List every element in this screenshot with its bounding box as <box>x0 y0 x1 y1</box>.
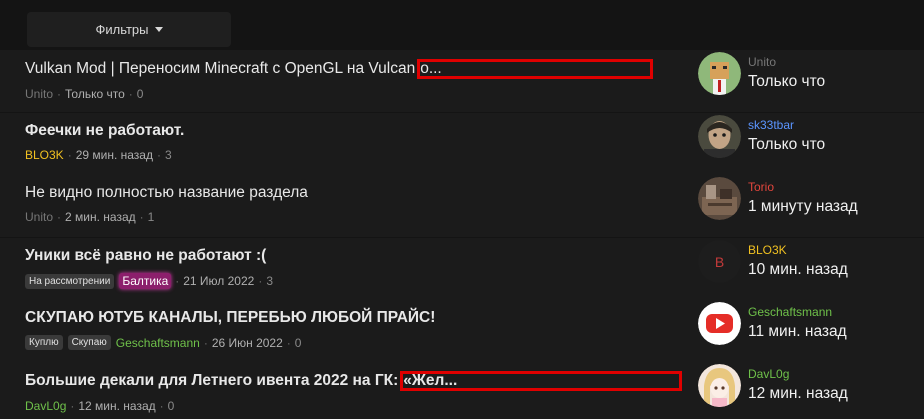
thread-row: Не видно полностью название раздела Unit… <box>0 175 924 237</box>
thread-row: Vulkan Mod | Переносим Minecraft с OpenG… <box>0 50 924 112</box>
thread-title-text[interactable]: Vulkan Mod | Переносим Minecraft с OpenG… <box>25 60 415 78</box>
thread-title-text[interactable]: СКУПАЮ ЮТУБ КАНАЛЫ, ПЕРЕБЬЮ ЛЮБОЙ ПРАЙС! <box>25 309 435 327</box>
thread-title-text[interactable]: Не видно полностью название раздела <box>25 184 308 202</box>
avatar[interactable] <box>698 302 741 345</box>
last-post: DavL0g 12 мин. назад <box>698 364 898 408</box>
thread-author[interactable]: Балтика <box>119 273 172 289</box>
thread-meta: BLO3K · 29 мин. назад · 3 <box>25 148 685 162</box>
thread-author[interactable]: Unito <box>25 87 53 101</box>
thread-author[interactable]: Unito <box>25 210 53 224</box>
last-post-time[interactable]: 1 минуту назад <box>748 198 858 216</box>
thread-prefix[interactable]: Куплю <box>25 335 63 350</box>
last-post-user[interactable]: Torio <box>748 180 774 194</box>
thread-title[interactable]: Феечки не работают. <box>25 122 685 140</box>
filter-button[interactable]: Фильтры <box>27 12 231 47</box>
separator-dot: · <box>159 399 164 413</box>
last-post: Geschaftsmann 11 мин. назад <box>698 302 898 346</box>
thread-meta: На рассмотрении Балтика · 21 Июл 2022 · … <box>25 273 685 289</box>
last-post: sk33tbar Только что <box>698 115 898 159</box>
thread-meta: Куплю Скупаю Geschaftsmann · 26 Июн 2022… <box>25 335 685 350</box>
avatar[interactable] <box>698 177 741 220</box>
thread-prefix[interactable]: На рассмотрении <box>25 273 115 289</box>
thread-meta: DavL0g · 12 мин. назад · 0 <box>25 399 685 413</box>
thread-row: Большие декали для Летнего ивента 2022 н… <box>0 362 924 419</box>
thread-title[interactable]: Уники всё равно не работают :( <box>25 247 685 265</box>
thread-meta: Unito · 2 мин. назад · 1 <box>25 210 685 224</box>
avatar-letter: B <box>698 240 741 283</box>
thread-title[interactable]: Не видно полностью название раздела <box>25 184 685 202</box>
last-post: B BLO3K 10 мин. назад <box>698 240 898 284</box>
last-post-time[interactable]: 12 мин. назад <box>748 385 848 403</box>
thread-date[interactable]: 2 мин. назад <box>65 210 136 224</box>
thread-title-text[interactable]: Феечки не работают. <box>25 122 184 140</box>
thread-date[interactable]: 26 Июн 2022 <box>212 336 283 350</box>
avatar[interactable] <box>698 364 741 407</box>
avatar[interactable] <box>698 115 741 158</box>
thread-date[interactable]: 12 мин. назад <box>78 399 155 413</box>
last-post-user[interactable]: Geschaftsmann <box>748 305 832 319</box>
thread-replies: 3 <box>266 274 274 288</box>
filter-label: Фильтры <box>95 22 149 37</box>
thread-replies: 3 <box>164 148 172 162</box>
separator-dot: · <box>286 335 291 350</box>
avatar[interactable]: B <box>698 240 741 283</box>
separator-dot: · <box>70 399 75 413</box>
thread-row: Феечки не работают. BLO3K · 29 мин. наза… <box>0 113 924 175</box>
separator-dot: · <box>156 148 161 162</box>
separator-dot: · <box>128 87 133 101</box>
last-post-time[interactable]: 11 мин. назад <box>748 323 847 341</box>
thread-title-text[interactable]: Большие декали для Летнего ивента 2022 н… <box>25 372 398 390</box>
thread-prefix[interactable]: Скупаю <box>67 335 111 350</box>
thread-row: Уники всё равно не работают :( На рассмо… <box>0 238 924 300</box>
separator-dot: · <box>175 274 180 288</box>
thread-title[interactable]: СКУПАЮ ЮТУБ КАНАЛЫ, ПЕРЕБЬЮ ЛЮБОЙ ПРАЙС! <box>25 309 685 327</box>
thread-replies: 0 <box>136 87 144 101</box>
thread-date[interactable]: 21 Июл 2022 <box>183 274 254 288</box>
separator-dot: · <box>203 335 208 350</box>
last-post-time[interactable]: Только что <box>748 73 825 91</box>
last-post-time[interactable]: Только что <box>748 136 825 154</box>
separator-dot: · <box>67 148 72 162</box>
thread-title-truncated[interactable]: «Жел... <box>400 371 683 391</box>
thread-meta: Unito · Только что · 0 <box>25 87 685 101</box>
last-post: Unito Только что <box>698 52 898 96</box>
separator-dot: · <box>258 274 263 288</box>
last-post-user[interactable]: DavL0g <box>748 367 789 381</box>
last-post-time[interactable]: 10 мин. назад <box>748 261 848 279</box>
avatar[interactable] <box>698 52 741 95</box>
last-post-user[interactable]: sk33tbar <box>748 118 794 132</box>
separator-dot: · <box>57 210 62 224</box>
thread-author[interactable]: DavL0g <box>25 399 66 413</box>
last-post: Torio 1 минуту назад <box>698 177 898 221</box>
separator-dot: · <box>57 87 62 101</box>
caret-down-icon <box>154 27 163 32</box>
thread-author[interactable]: BLO3K <box>25 148 64 162</box>
thread-replies: 0 <box>167 399 175 413</box>
last-post-user[interactable]: BLO3K <box>748 243 787 257</box>
thread-title[interactable]: Большие декали для Летнего ивента 2022 н… <box>25 371 685 391</box>
thread-replies: 0 <box>294 335 302 350</box>
separator-dot: · <box>139 210 144 224</box>
thread-date[interactable]: 29 мин. назад <box>76 148 153 162</box>
last-post-user[interactable]: Unito <box>748 55 776 69</box>
thread-title-text[interactable]: Уники всё равно не работают :( <box>25 247 266 265</box>
thread-title-truncated[interactable]: о... <box>417 59 654 79</box>
thread-author[interactable]: Geschaftsmann <box>116 336 200 350</box>
thread-date[interactable]: Только что <box>65 87 125 101</box>
thread-title[interactable]: Vulkan Mod | Переносим Minecraft с OpenG… <box>25 59 685 79</box>
thread-row: СКУПАЮ ЮТУБ КАНАЛЫ, ПЕРЕБЬЮ ЛЮБОЙ ПРАЙС!… <box>0 300 924 362</box>
thread-replies: 1 <box>147 210 155 224</box>
